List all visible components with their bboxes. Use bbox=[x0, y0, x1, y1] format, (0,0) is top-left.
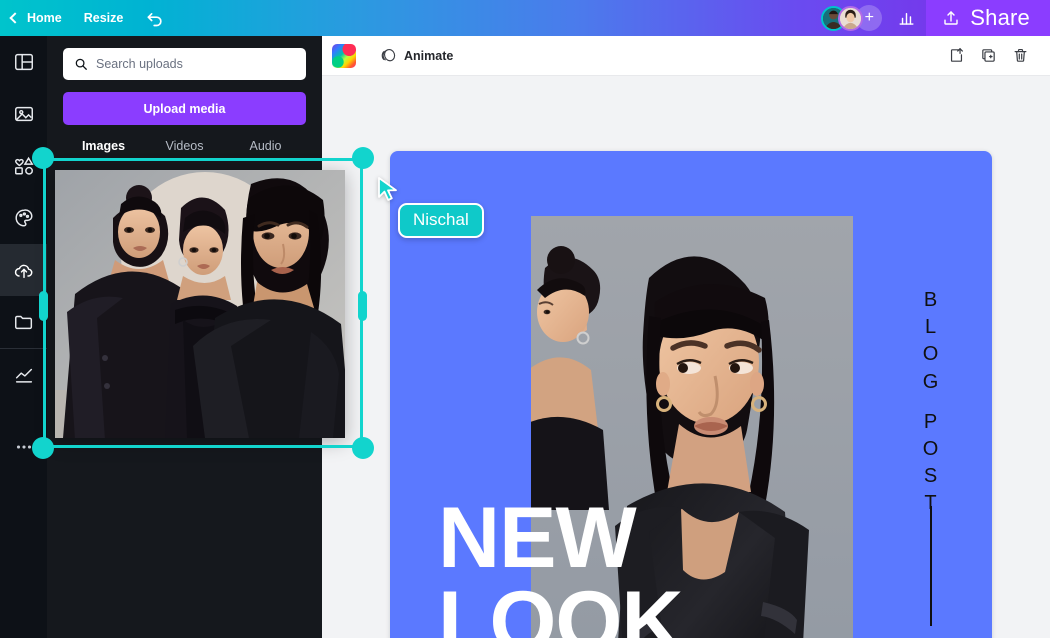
uploads-tabs: Images Videos Audio bbox=[63, 139, 306, 161]
home-label: Home bbox=[27, 11, 62, 25]
layout-template-icon bbox=[14, 53, 33, 71]
top-bar-right-group: + Share bbox=[821, 0, 1050, 36]
canvas-toolbar: Animate bbox=[322, 36, 1050, 76]
sidebar-item-photos[interactable] bbox=[0, 88, 47, 140]
sidebar-item-uploads[interactable] bbox=[0, 244, 47, 296]
resize-handle-bottom-left[interactable] bbox=[32, 437, 54, 459]
fashion-models-portrait bbox=[531, 216, 853, 638]
add-collaborator-label: + bbox=[864, 9, 874, 26]
undo-arrow-icon bbox=[147, 13, 162, 27]
animate-label: Animate bbox=[404, 48, 454, 63]
vertical-blog-post-text[interactable]: B L O G P O S T bbox=[920, 287, 942, 518]
avatar[interactable] bbox=[838, 5, 864, 31]
tab-videos[interactable]: Videos bbox=[144, 139, 225, 161]
list-item[interactable] bbox=[63, 171, 185, 273]
top-bar: Home Resize + Share bbox=[0, 0, 1050, 36]
collaborator-avatars: + bbox=[821, 5, 883, 31]
search-uploads-box[interactable] bbox=[63, 48, 306, 80]
resize-button[interactable]: Resize bbox=[73, 0, 135, 36]
thumb-models-seated bbox=[63, 171, 185, 273]
duplicate-icon bbox=[981, 49, 995, 62]
sidebar-item-templates[interactable] bbox=[0, 36, 47, 88]
animate-circles-icon bbox=[381, 48, 396, 62]
resize-handle-left-middle[interactable] bbox=[39, 291, 48, 321]
left-icon-rail bbox=[0, 36, 47, 638]
canvas-scroll-area[interactable]: NEW LOOK B L O G P O S T bbox=[322, 76, 1050, 638]
cloud-upload-icon bbox=[14, 264, 32, 279]
uploads-panel: Upload media Images Videos Audio bbox=[47, 36, 322, 638]
line-chart-icon bbox=[15, 368, 32, 383]
top-bar-left-group: Home Resize bbox=[0, 0, 176, 36]
tab-images[interactable]: Images bbox=[63, 139, 144, 161]
canva-editor-window: Home Resize + Share Search uploads Uploa… bbox=[0, 0, 1050, 638]
resize-label: Resize bbox=[83, 11, 124, 25]
thumb-two-models-profile bbox=[189, 171, 311, 273]
vletter-b: B bbox=[923, 289, 939, 311]
image-color-swatch[interactable] bbox=[332, 43, 356, 68]
vletter-g: G bbox=[922, 370, 940, 393]
avatar-photo bbox=[840, 7, 862, 29]
search-input[interactable] bbox=[96, 57, 295, 71]
share-button[interactable]: Share bbox=[926, 0, 1050, 36]
chevron-left-icon bbox=[9, 12, 21, 24]
folder-icon bbox=[14, 315, 32, 330]
design-photo[interactable] bbox=[531, 216, 853, 638]
bar-chart-icon bbox=[899, 12, 914, 25]
insights-button[interactable] bbox=[886, 0, 926, 36]
search-icon bbox=[75, 58, 87, 70]
resize-handle-top-left[interactable] bbox=[32, 147, 54, 169]
home-button[interactable]: Home bbox=[0, 0, 73, 36]
resize-handle-top-right[interactable] bbox=[352, 147, 374, 169]
image-icon bbox=[14, 106, 33, 122]
sidebar-item-styles[interactable] bbox=[0, 192, 47, 244]
add-page-icon bbox=[950, 47, 963, 62]
upload-share-icon bbox=[944, 11, 958, 25]
vletter-o: O bbox=[922, 343, 940, 366]
vletter-l: L bbox=[924, 316, 938, 339]
vletter-o2: O bbox=[922, 437, 940, 460]
resize-handle-right-middle[interactable] bbox=[358, 291, 367, 321]
vletter-p: P bbox=[923, 410, 939, 433]
editor-area: Animate NEW LOOK B L O G P O S T bbox=[322, 36, 1050, 638]
duplicate-button[interactable] bbox=[972, 42, 1004, 70]
uploads-thumbnail-grid bbox=[63, 171, 311, 638]
trash-icon bbox=[1014, 48, 1026, 62]
thumb-leather-coat-model bbox=[189, 278, 311, 380]
palette-icon bbox=[15, 209, 33, 227]
list-item[interactable] bbox=[63, 278, 185, 380]
vertical-text-gap bbox=[920, 396, 942, 409]
undo-button[interactable] bbox=[134, 0, 176, 36]
uploads-panel-header: Upload media Images Videos Audio bbox=[47, 36, 322, 161]
vertical-rule-line bbox=[930, 506, 932, 626]
list-item[interactable] bbox=[189, 171, 311, 273]
design-page[interactable]: NEW LOOK B L O G P O S T bbox=[390, 151, 992, 638]
list-item[interactable] bbox=[189, 278, 311, 380]
upload-media-button[interactable]: Upload media bbox=[63, 92, 306, 125]
thumb-three-models-standing bbox=[63, 278, 185, 380]
delete-button[interactable] bbox=[1004, 42, 1036, 70]
share-label: Share bbox=[970, 5, 1030, 30]
tab-audio[interactable]: Audio bbox=[225, 139, 306, 161]
sidebar-item-charts[interactable] bbox=[0, 349, 47, 401]
add-page-button[interactable] bbox=[940, 42, 972, 70]
animate-button[interactable]: Animate bbox=[374, 43, 459, 68]
vletter-s: S bbox=[923, 465, 939, 488]
resize-handle-bottom-right[interactable] bbox=[352, 437, 374, 459]
